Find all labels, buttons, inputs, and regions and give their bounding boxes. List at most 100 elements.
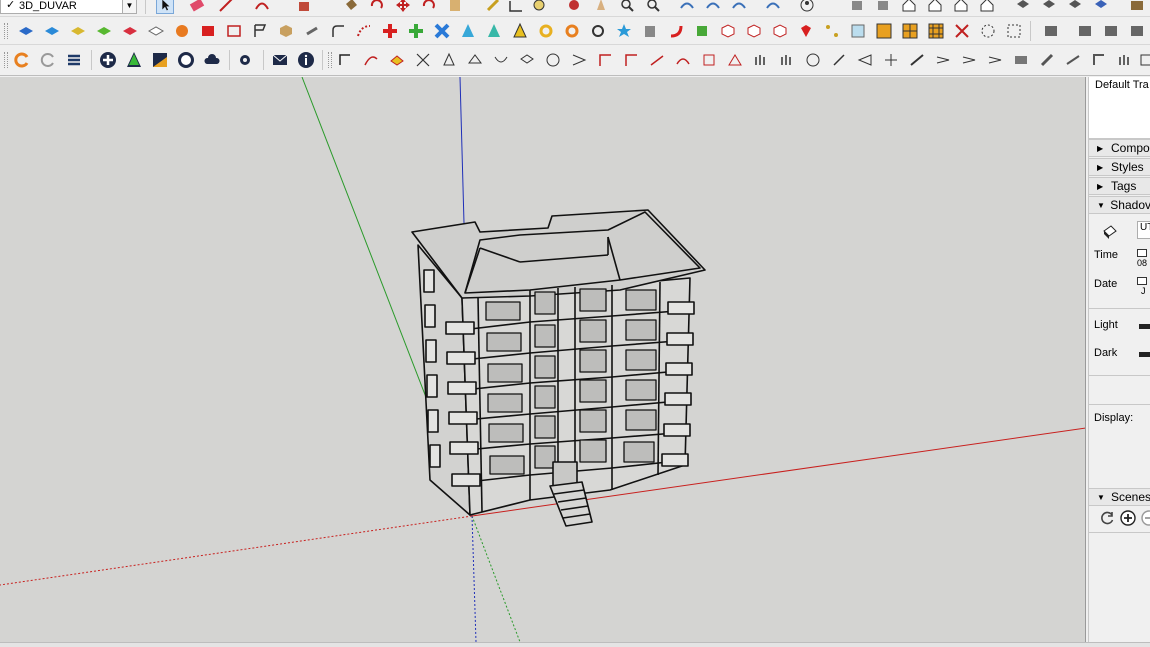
outline-tool-19-icon[interactable]: [804, 51, 822, 69]
dark-slider[interactable]: [1139, 352, 1150, 357]
nodes-icon[interactable]: [1005, 22, 1023, 40]
solid-outer-shell-icon[interactable]: [147, 22, 165, 40]
outline-tool-15-icon[interactable]: [700, 51, 718, 69]
star-icon[interactable]: [615, 22, 633, 40]
times-blue-icon[interactable]: [433, 22, 451, 40]
scale-icon[interactable]: [420, 0, 438, 14]
view-back-icon[interactable]: [952, 0, 970, 14]
xray-style-icon[interactable]: [1014, 0, 1032, 14]
solid-union-icon[interactable]: [17, 22, 35, 40]
dots-icon[interactable]: [823, 22, 841, 40]
outline-tool-10-icon[interactable]: [570, 51, 588, 69]
tape-measure-icon[interactable]: [484, 0, 502, 14]
fillet-icon[interactable]: [329, 22, 347, 40]
panel-shadows[interactable]: ▼ Shadov: [1089, 196, 1150, 214]
toolbar-grip[interactable]: [4, 52, 8, 68]
panel-styles[interactable]: ▶ Styles: [1089, 158, 1150, 176]
extension-warehouse-icon[interactable]: [1128, 0, 1146, 14]
outline-tool-32-icon[interactable]: [1138, 51, 1150, 69]
cross-icon[interactable]: [381, 22, 399, 40]
solid-trim-icon[interactable]: [95, 22, 113, 40]
outline-tool-22-icon[interactable]: [882, 51, 900, 69]
solid-subtract-icon[interactable]: [69, 22, 87, 40]
mail-icon[interactable]: [271, 51, 289, 69]
eraser-icon[interactable]: [188, 0, 206, 14]
outline-tool-18-icon[interactable]: [778, 51, 796, 69]
solid-split-icon[interactable]: [121, 22, 139, 40]
shadow-toggle-icon[interactable]: [1101, 223, 1119, 241]
hidden-line-style-icon[interactable]: [1066, 0, 1084, 14]
plus-green-icon[interactable]: [407, 22, 425, 40]
timezone-field[interactable]: UT: [1137, 221, 1150, 239]
layer-copy-icon[interactable]: [1076, 22, 1094, 40]
outline-tool-21-icon[interactable]: [856, 51, 874, 69]
add-scene-icon[interactable]: [1120, 510, 1136, 526]
shaded-style-icon[interactable]: [1092, 0, 1110, 14]
cloud-upload-icon[interactable]: [203, 51, 221, 69]
grid-pattern-icon[interactable]: [901, 22, 919, 40]
active-tag-select[interactable]: ✓ 3D_DUVAR ▼: [0, 0, 137, 14]
rotated-rectangle-icon[interactable]: [225, 22, 243, 40]
follow-me-icon[interactable]: [173, 22, 191, 40]
outline-tool-27-icon[interactable]: [1012, 51, 1030, 69]
refresh-scenes-icon[interactable]: [1099, 510, 1115, 526]
outline-tool-13-icon[interactable]: [648, 51, 666, 69]
layer-move-icon[interactable]: [1102, 22, 1120, 40]
move-icon[interactable]: [394, 0, 412, 14]
line-tool-icon[interactable]: [217, 0, 235, 14]
outline-tool-29-icon[interactable]: [1064, 51, 1082, 69]
dimension-icon[interactable]: [507, 0, 525, 14]
info-icon[interactable]: [297, 51, 315, 69]
outline-tool-23-icon[interactable]: [908, 51, 926, 69]
outline-tool-12-icon[interactable]: [622, 51, 640, 69]
cone-icon[interactable]: [459, 22, 477, 40]
date-slider[interactable]: J: [1137, 277, 1150, 297]
rectangle-tool-icon[interactable]: [199, 22, 217, 40]
paint-bucket-icon[interactable]: [342, 0, 360, 14]
pan-icon[interactable]: [592, 0, 610, 14]
layer-stack-icon[interactable]: [1128, 22, 1146, 40]
outline-tool-4-icon[interactable]: [414, 51, 432, 69]
grid-fine-icon[interactable]: [927, 22, 945, 40]
panel-tags[interactable]: ▶ Tags: [1089, 177, 1150, 195]
push-pull-icon[interactable]: [295, 0, 313, 14]
light-slider[interactable]: [1139, 324, 1150, 329]
tree-icon[interactable]: [125, 51, 143, 69]
outline-tool-28-icon[interactable]: [1038, 51, 1056, 69]
protractor-icon[interactable]: [530, 0, 548, 14]
explode-icon[interactable]: [953, 22, 971, 40]
orbit-icon[interactable]: [565, 0, 583, 14]
toolbar-grip[interactable]: [4, 23, 8, 39]
panel-scenes[interactable]: ▼ Scenes: [1089, 488, 1150, 506]
layer-box-icon[interactable]: [1042, 22, 1060, 40]
outline-tool-9-icon[interactable]: [544, 51, 562, 69]
apartment-building-model[interactable]: [411, 209, 706, 527]
polygon-icon[interactable]: [251, 22, 269, 40]
outline-tool-16-icon[interactable]: [726, 51, 744, 69]
gradient-icon[interactable]: [151, 51, 169, 69]
arc-tool-icon[interactable]: [253, 0, 271, 14]
checker-sphere-icon[interactable]: [177, 51, 195, 69]
outline-tool-8-icon[interactable]: [518, 51, 536, 69]
helix-icon[interactable]: [589, 22, 607, 40]
component-swap-icon[interactable]: [771, 22, 789, 40]
curve-icon[interactable]: [667, 22, 685, 40]
outline-tool-6-icon[interactable]: [466, 51, 484, 69]
sandbox-smoove-icon[interactable]: [704, 0, 722, 14]
panel-components[interactable]: ▶ Compo: [1089, 139, 1150, 157]
time-slider[interactable]: 08: [1137, 249, 1150, 269]
wireframe-style-icon[interactable]: [1040, 0, 1058, 14]
hatch-pattern-icon[interactable]: [875, 22, 893, 40]
outline-tool-26-icon[interactable]: [986, 51, 1004, 69]
outline-tool-14-icon[interactable]: [674, 51, 692, 69]
cylinder-icon[interactable]: [641, 22, 659, 40]
sandbox-stamp-icon[interactable]: [730, 0, 748, 14]
circle-dots-icon[interactable]: [979, 22, 997, 40]
spiral-icon[interactable]: [563, 22, 581, 40]
rotate-icon[interactable]: [368, 0, 386, 14]
frame-icon[interactable]: [849, 22, 867, 40]
outline-tool-1-icon[interactable]: [336, 51, 354, 69]
refresh-icon[interactable]: [39, 51, 57, 69]
zoom-window-icon[interactable]: [644, 0, 662, 14]
outline-tool-11-icon[interactable]: [596, 51, 614, 69]
